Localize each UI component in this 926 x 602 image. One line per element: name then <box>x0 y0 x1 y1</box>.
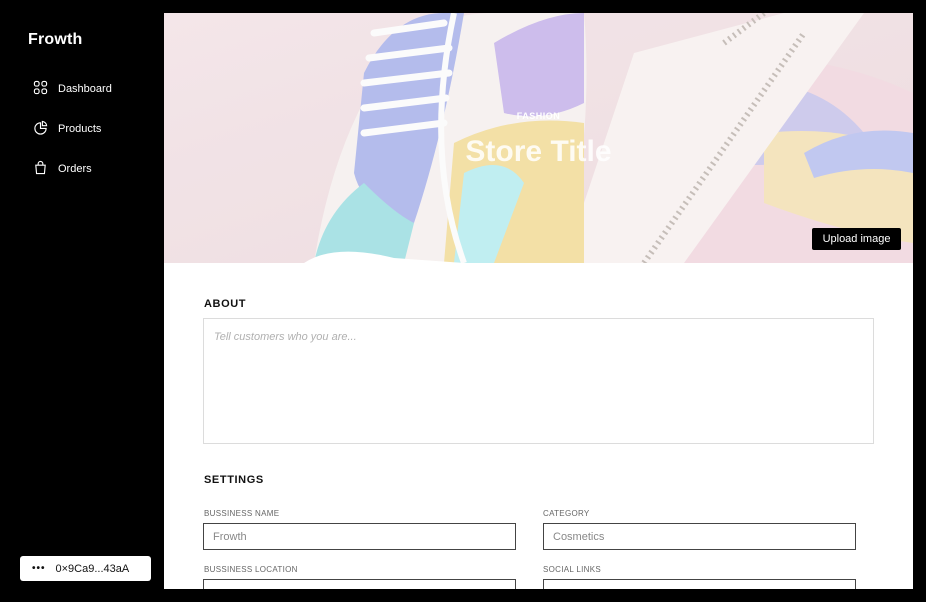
brand-logo[interactable]: Frowth <box>28 31 83 49</box>
category-label: CATEGORY <box>543 509 590 518</box>
sidebar-item-label: Products <box>58 123 102 135</box>
business-name-field[interactable]: Frowth <box>203 523 516 550</box>
wallet-address: 0×9Ca9...43aA <box>55 562 130 575</box>
settings-heading: SETTINGS <box>204 474 264 486</box>
business-name-label: BUSSINESS NAME <box>204 509 280 518</box>
more-dots-icon: ••• <box>32 563 46 574</box>
main-content: FASHION Store Title Upload image ABOUT T… <box>164 13 913 589</box>
grid-icon <box>33 80 48 98</box>
pie-chart-icon <box>33 120 48 138</box>
social-links-label: SOCIAL LINKS <box>543 565 601 574</box>
hero-banner: FASHION Store Title Upload image <box>164 13 913 263</box>
business-location-label: BUSSINESS LOCATION <box>204 565 298 574</box>
sidebar-item-dashboard[interactable]: Dashboard <box>33 79 112 99</box>
app-window: Frowth Dashboard Products Orders ••• 0×9… <box>0 0 926 602</box>
store-title[interactable]: Store Title <box>164 135 913 169</box>
business-name-placeholder: Frowth <box>213 530 247 543</box>
wallet-button[interactable]: ••• 0×9Ca9...43aA <box>20 556 151 581</box>
about-heading: ABOUT <box>204 298 247 310</box>
sidebar-item-products[interactable]: Products <box>33 119 101 139</box>
upload-image-button[interactable]: Upload image <box>812 228 901 250</box>
about-textarea[interactable]: Tell customers who you are... <box>203 318 874 444</box>
hero-tag: FASHION <box>516 111 561 121</box>
sidebar-item-label: Orders <box>58 163 92 175</box>
about-placeholder: Tell customers who you are... <box>214 331 357 343</box>
category-field[interactable]: Cosmetics <box>543 523 856 550</box>
social-links-field[interactable] <box>543 579 856 589</box>
shopping-bag-icon <box>33 160 48 178</box>
sidebar-item-orders[interactable]: Orders <box>33 159 92 179</box>
category-placeholder: Cosmetics <box>553 530 605 543</box>
sidebar-item-label: Dashboard <box>58 83 112 95</box>
sidebar: Frowth Dashboard Products Orders ••• 0×9… <box>0 0 164 602</box>
business-location-field[interactable] <box>203 579 516 589</box>
